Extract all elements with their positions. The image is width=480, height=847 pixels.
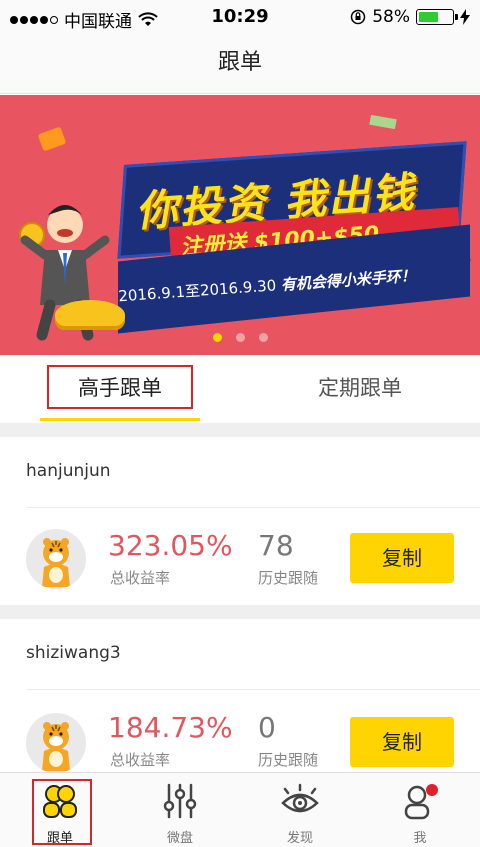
trader-username: shiziwang3 <box>26 643 121 663</box>
followers-value: 78 <box>258 529 294 562</box>
tiger-avatar-icon <box>42 722 70 771</box>
tabbar-item-microdisk[interactable]: 微盘 <box>120 773 240 847</box>
followers-label: 历史跟随 <box>258 751 319 769</box>
eye-icon <box>281 783 319 813</box>
pager-dot[interactable] <box>258 333 268 342</box>
tab-label: 定期跟单 <box>318 376 402 400</box>
total-return-value: 323.05% <box>108 529 233 562</box>
banknote-deco <box>369 114 397 130</box>
followers-value: 0 <box>258 711 276 744</box>
bottom-tab-bar: 跟单 微盘 发现 我 <box>0 772 480 847</box>
notification-badge <box>426 784 438 796</box>
trader-username: hanjunjun <box>26 461 111 481</box>
promo-banner[interactable]: 你投资 我出钱 注册送 $100+$50 2016.9.1至2016.9.30 … <box>0 95 480 355</box>
copy-button[interactable]: 复制 <box>350 533 454 583</box>
trader-card: hanjunjun 323.05% 总收益率 78 历史跟随 复制 <box>0 437 480 605</box>
copy-button[interactable]: 复制 <box>350 717 454 767</box>
pager-dot[interactable] <box>212 333 222 342</box>
battery-icon <box>416 9 458 25</box>
profile-icon <box>404 784 438 820</box>
followers-label: 历史跟随 <box>258 569 319 587</box>
tabbar-item-follow[interactable]: 跟单 <box>0 773 120 847</box>
section-divider <box>0 605 480 619</box>
highlight-box <box>47 365 193 409</box>
highlight-box <box>32 779 92 845</box>
pager-dot[interactable] <box>235 333 245 342</box>
coin-pile <box>55 300 125 330</box>
total-return-label: 总收益率 <box>110 751 171 769</box>
nav-bar: 跟单 <box>0 34 480 94</box>
active-tab-indicator <box>40 418 200 421</box>
tab-scheduled-follow[interactable]: 定期跟单 <box>280 355 440 423</box>
section-divider <box>0 423 480 437</box>
avatar[interactable] <box>26 529 86 589</box>
tabbar-label: 我 <box>413 831 427 846</box>
sliders-icon <box>163 783 197 819</box>
tiger-avatar-icon <box>42 538 70 587</box>
rotation-lock-icon <box>350 9 366 25</box>
tabbar-item-me[interactable]: 我 <box>360 773 480 847</box>
charging-icon <box>460 9 470 25</box>
tab-expert-follow[interactable]: 高手跟单 <box>40 355 200 423</box>
tab-strip: 高手跟单 定期跟单 <box>0 355 480 423</box>
banner-pager[interactable] <box>0 333 480 342</box>
tabbar-label: 发现 <box>286 831 313 846</box>
avatar[interactable] <box>26 713 86 773</box>
battery-percent: 58% <box>372 7 410 27</box>
status-bar: 中国联通 10:29 58% <box>0 0 480 34</box>
trader-card: shiziwang3 184.73% 总收益率 0 历史跟随 复制 <box>0 619 480 773</box>
tabbar-label: 微盘 <box>166 831 193 846</box>
page-title: 跟单 <box>217 50 262 75</box>
card-divider <box>26 689 480 690</box>
tabbar-item-discover[interactable]: 发现 <box>240 773 360 847</box>
card-divider <box>26 507 480 508</box>
total-return-label: 总收益率 <box>110 569 171 587</box>
total-return-value: 184.73% <box>108 711 233 744</box>
coin-deco <box>37 126 67 152</box>
status-right: 58% <box>350 7 470 27</box>
